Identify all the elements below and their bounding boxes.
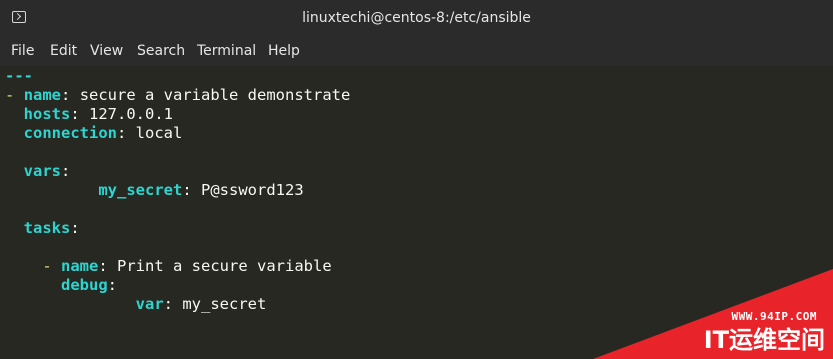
- yaml-value: my_secret: [182, 295, 267, 313]
- window-title: linuxtechi@centos-8:/etc/ansible: [302, 10, 531, 26]
- code-line: connection: local: [23, 124, 183, 142]
- code-line: ---: [5, 67, 33, 86]
- code-line: - name: Print a secure variable: [42, 257, 332, 275]
- title-bar: linuxtechi@centos-8:/etc/ansible: [0, 0, 833, 38]
- code-line: tasks:: [23, 219, 80, 237]
- code-line: - name: secure a variable demonstrate: [5, 86, 351, 104]
- yaml-key: hosts: [23, 105, 71, 123]
- menu-view[interactable]: View: [90, 37, 123, 66]
- list-dash: -: [42, 257, 52, 275]
- code-line: debug:: [61, 276, 118, 294]
- code-line: hosts: 127.0.0.1: [23, 105, 174, 123]
- yaml-value: P@ssword123: [201, 181, 304, 199]
- code-line: var: my_secret: [135, 295, 267, 313]
- yaml-value: local: [135, 124, 183, 142]
- list-dash: -: [5, 86, 15, 104]
- yaml-doc-start: ---: [5, 67, 33, 85]
- menu-search[interactable]: Search: [137, 37, 185, 66]
- code-line: my_secret: P@ssword123: [98, 181, 304, 199]
- menu-bar: File Edit View Search Terminal Help: [0, 37, 833, 67]
- menu-edit[interactable]: Edit: [50, 37, 77, 66]
- yaml-value: Print a secure variable: [117, 257, 332, 275]
- yaml-key: my_secret: [98, 181, 183, 199]
- menu-file[interactable]: File: [11, 37, 34, 66]
- yaml-value: 127.0.0.1: [89, 105, 174, 123]
- yaml-key: name: [61, 257, 99, 275]
- yaml-key: connection: [23, 124, 117, 142]
- menu-terminal[interactable]: Terminal: [197, 37, 256, 66]
- yaml-key: tasks: [23, 219, 71, 237]
- yaml-key: var: [135, 295, 164, 313]
- yaml-key: name: [23, 86, 62, 104]
- yaml-key: vars: [23, 162, 61, 180]
- menu-help[interactable]: Help: [268, 37, 300, 66]
- code-line: vars:: [23, 162, 71, 180]
- yaml-value: secure a variable demonstrate: [79, 86, 351, 104]
- yaml-key: debug: [61, 276, 108, 294]
- watermark-text: IT运维空间: [703, 326, 825, 354]
